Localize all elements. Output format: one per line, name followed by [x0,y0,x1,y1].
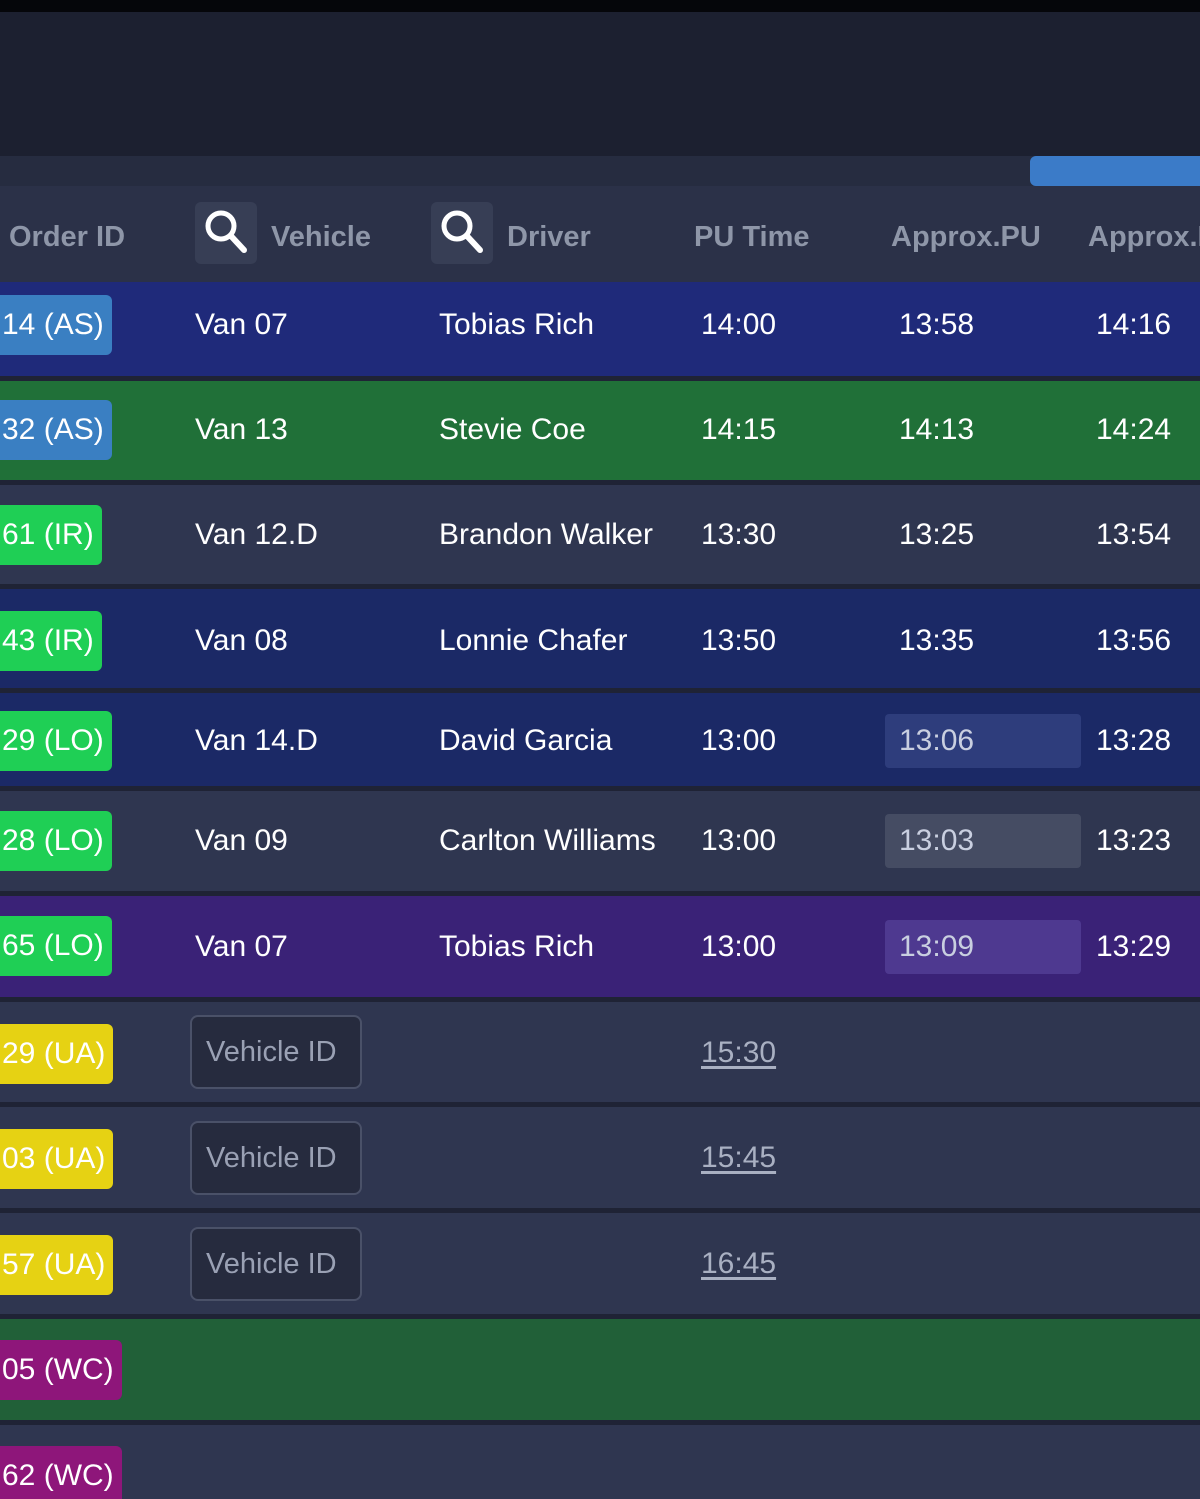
order-id-badge[interactable]: 29 (LO) [0,711,112,771]
vehicle-id-input[interactable] [190,1227,362,1301]
header-order-id[interactable]: Order ID [9,186,125,282]
order-id-badge[interactable]: 43 (IR) [0,611,102,671]
approx-next-cell: 13:28 [1096,724,1172,757]
table-header: Order ID Vehicle Driver PU Time Approx.P… [0,186,1200,282]
table-row[interactable]: 14 (AS) Van 07 Tobias Rich 14:00 13:58 1… [0,282,1200,381]
table-row[interactable]: 05 (WC) [0,1319,1200,1425]
approx-next-cell: 13:29 [1096,930,1172,963]
approx-pu-cell: 13:35 [899,624,975,657]
header-pu-time[interactable]: PU Time [694,186,810,282]
table-row[interactable]: 29 (LO) Van 14.D David Garcia 13:00 13:0… [0,693,1200,791]
pu-time-cell: 13:00 [701,824,777,857]
vehicle-search-button[interactable] [195,202,257,264]
pu-time-cell: 13:50 [701,624,777,657]
approx-pu-cell: 13:58 [899,308,975,341]
header-approx-pu[interactable]: Approx.PU [891,186,1041,282]
header-approx-next[interactable]: Approx.I [1088,186,1200,282]
pu-time-cell: 14:15 [701,413,777,446]
dispatch-board: Order ID Vehicle Driver PU Time Approx.P… [0,0,1200,1499]
approx-next-cell: 13:23 [1096,824,1172,857]
vehicle-cell: Van 12.D [195,518,318,551]
pu-time-cell: 13:30 [701,518,777,551]
driver-cell: Tobias Rich [439,308,595,341]
driver-cell: Stevie Coe [439,413,586,446]
order-id-badge[interactable]: 29 (UA) [0,1024,114,1084]
vehicle-cell: Van 14.D [195,724,318,757]
tab-bar [0,156,1200,186]
pu-time-cell: 14:00 [701,308,777,341]
driver-cell: Brandon Walker [439,518,653,551]
vehicle-id-input[interactable] [190,1015,362,1089]
driver-search-button[interactable] [431,202,493,264]
approx-pu-cell: 14:13 [899,413,975,446]
approx-pu-cell[interactable]: 13:09 [899,896,974,998]
vehicle-cell: Van 07 [195,930,288,963]
table-row[interactable]: 61 (IR) Van 12.D Brandon Walker 13:30 13… [0,485,1200,589]
order-id-badge[interactable]: 03 (UA) [0,1129,114,1189]
pu-time-cell: 13:00 [701,724,777,757]
search-icon [205,210,247,253]
order-id-badge[interactable]: 62 (WC) [0,1446,122,1499]
search-icon [441,210,483,253]
vehicle-id-input[interactable] [190,1121,362,1195]
pu-time-link[interactable]: 16:45 [701,1213,776,1315]
approx-next-cell: 14:16 [1096,308,1172,341]
order-id-badge[interactable]: 65 (LO) [0,916,112,976]
table-row[interactable]: 29 (UA) 15:30 [0,1002,1200,1107]
status-strip [0,0,1200,12]
active-tab-indicator[interactable] [1030,156,1200,186]
approx-pu-cell[interactable]: 13:03 [899,791,974,891]
vehicle-cell: Van 09 [195,824,288,857]
table-row[interactable]: 62 (WC) [0,1425,1200,1499]
driver-cell: Carlton Williams [439,824,656,857]
order-id-badge[interactable]: 61 (IR) [0,505,102,565]
vehicle-cell: Van 07 [195,308,288,341]
approx-next-cell: 13:54 [1096,518,1172,551]
approx-next-cell: 13:56 [1096,624,1172,657]
driver-cell: Tobias Rich [439,930,595,963]
table-row[interactable]: 43 (IR) Van 08 Lonnie Chafer 13:50 13:35… [0,589,1200,693]
header-vehicle[interactable]: Vehicle [271,186,371,282]
approx-pu-cell: 13:25 [899,518,975,551]
pu-time-link[interactable]: 15:45 [701,1107,776,1209]
top-toolbar-area [0,12,1200,156]
order-id-badge[interactable]: 05 (WC) [0,1340,122,1400]
table-row[interactable]: 57 (UA) 16:45 [0,1213,1200,1319]
table-row[interactable]: 32 (AS) Van 13 Stevie Coe 14:15 14:13 14… [0,381,1200,485]
approx-pu-cell[interactable]: 13:06 [899,693,974,789]
order-id-badge[interactable]: 57 (UA) [0,1235,114,1295]
table-row[interactable]: 65 (LO) Van 07 Tobias Rich 13:00 13:09 1… [0,896,1200,1002]
table-row[interactable]: 03 (UA) 15:45 [0,1107,1200,1213]
vehicle-cell: Van 08 [195,624,288,657]
driver-cell: Lonnie Chafer [439,624,628,657]
order-id-badge[interactable]: 14 (AS) [0,295,112,355]
table-row[interactable]: 28 (LO) Van 09 Carlton Williams 13:00 13… [0,791,1200,896]
vehicle-cell: Van 13 [195,413,288,446]
driver-cell: David Garcia [439,724,613,757]
pu-time-cell: 13:00 [701,930,777,963]
header-driver[interactable]: Driver [507,186,591,282]
order-id-badge[interactable]: 28 (LO) [0,811,112,871]
order-id-badge[interactable]: 32 (AS) [0,400,112,460]
pu-time-link[interactable]: 15:30 [701,1002,776,1104]
approx-next-cell: 14:24 [1096,413,1172,446]
